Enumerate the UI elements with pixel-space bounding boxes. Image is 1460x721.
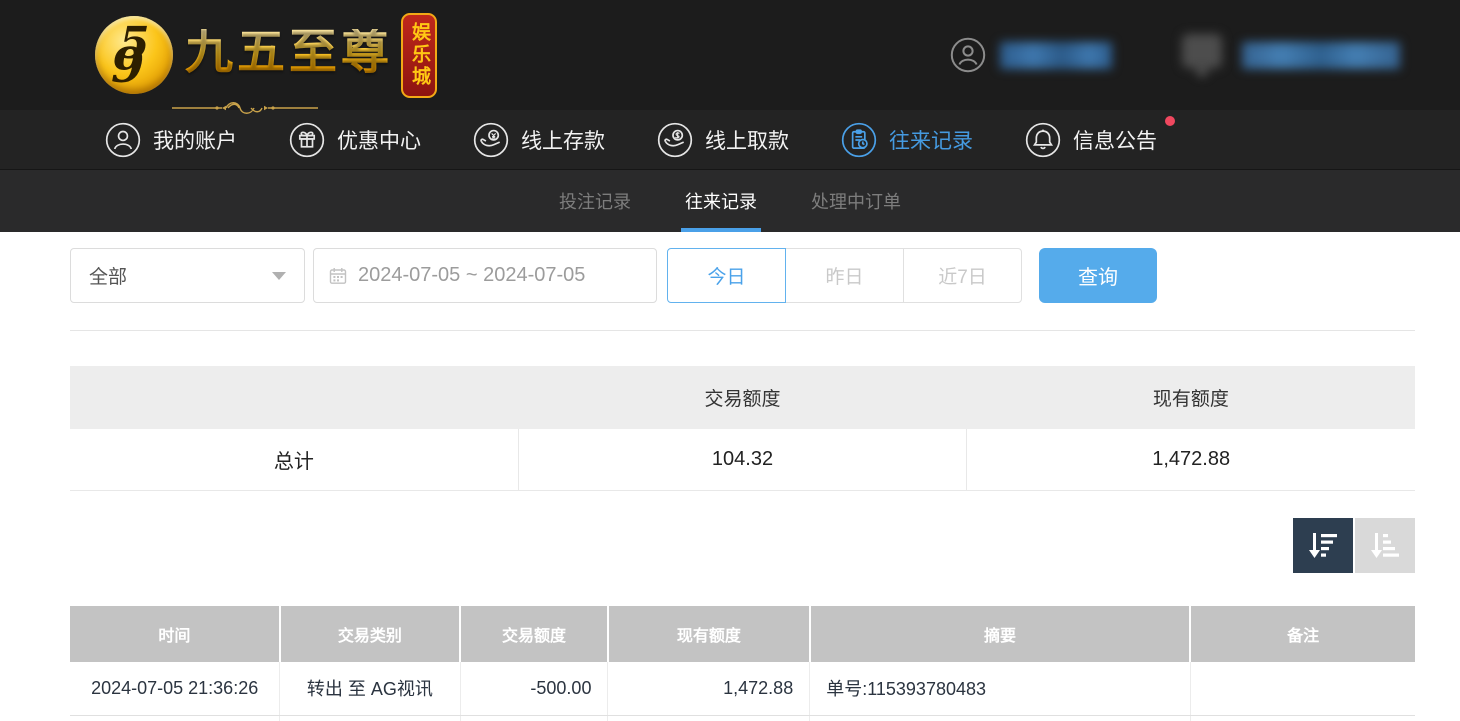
account-icon — [105, 122, 141, 158]
records-header-row: 时间 交易类别 交易额度 现有额度 摘要 备注 — [70, 606, 1415, 662]
date-range-input[interactable]: 2024-07-05 ~ 2024-07-05 — [313, 248, 657, 303]
date-range-value: 2024-07-05 ~ 2024-07-05 — [358, 264, 585, 287]
flourish-ornament-icon — [170, 100, 320, 116]
top-header: 5 9 九五至尊 娱乐城 — [0, 0, 1460, 110]
table-row-clipped — [70, 715, 1415, 721]
col-header-amount: 交易额度 — [460, 606, 608, 662]
coin-digit-9: 9 — [111, 38, 144, 94]
summary-current-balance: 1,472.88 — [966, 429, 1415, 490]
brand-logo[interactable]: 5 9 九五至尊 娱乐城 — [95, 13, 437, 98]
summary-header-row: 交易额度 现有额度 — [70, 366, 1415, 429]
content-area: 全部 2024-07-05 ~ 2024-07-05 今日 昨日 近7日 查询 — [0, 232, 1460, 721]
summary-header-blank — [70, 366, 518, 429]
brand-coin-icon: 5 9 — [95, 16, 173, 94]
nav-label: 我的账户 — [153, 125, 237, 155]
sort-descending-button[interactable] — [1293, 518, 1353, 573]
nav-label: 线上存款 — [521, 125, 605, 155]
tab-transaction-records[interactable]: 往来记录 — [681, 170, 761, 232]
nav-label: 往来记录 — [889, 125, 973, 155]
user-area — [950, 34, 1400, 77]
sort-controls — [70, 518, 1415, 573]
quick-range-last7days[interactable]: 近7日 — [903, 248, 1022, 303]
redacted-balance — [1242, 42, 1400, 69]
withdraw-icon — [657, 122, 693, 158]
nav-label: 信息公告 — [1073, 125, 1157, 155]
sub-tab-bar: 投注记录 往来记录 处理中订单 — [0, 170, 1460, 232]
search-button[interactable]: 查询 — [1039, 248, 1157, 303]
record-summary: 单号:115393780483 — [810, 662, 1191, 715]
nav-label: 优惠中心 — [337, 125, 421, 155]
quick-range-group: 今日 昨日 近7日 — [667, 248, 1022, 303]
col-header-remark: 备注 — [1190, 606, 1415, 662]
nav-item-promotions[interactable]: 优惠中心 — [289, 122, 421, 158]
redacted-account-menu[interactable] — [1182, 34, 1222, 77]
brand-badge: 娱乐城 — [401, 13, 437, 98]
col-header-balance: 现有额度 — [608, 606, 810, 662]
user-avatar-icon[interactable] — [950, 37, 986, 73]
tab-pending-orders[interactable]: 处理中订单 — [807, 170, 905, 232]
nav-item-deposit[interactable]: 线上存款 — [473, 122, 605, 158]
filter-row: 全部 2024-07-05 ~ 2024-07-05 今日 昨日 近7日 查询 — [70, 248, 1415, 303]
summary-total-label: 总计 — [70, 429, 518, 490]
deposit-icon — [473, 122, 509, 158]
summary-table: 交易额度 现有额度 总计 104.32 1,472.88 — [70, 366, 1415, 491]
summary-total-row: 总计 104.32 1,472.88 — [70, 429, 1415, 491]
nav-item-withdraw[interactable]: 线上取款 — [657, 122, 789, 158]
tab-betting-records[interactable]: 投注记录 — [555, 170, 635, 232]
record-type: 转出 至 AG视讯 — [280, 662, 460, 715]
redacted-username — [1000, 42, 1112, 69]
announcement-icon — [1025, 122, 1061, 158]
category-select[interactable]: 全部 — [70, 248, 305, 303]
summary-header-current-balance: 现有额度 — [967, 366, 1415, 429]
divider — [70, 330, 1415, 331]
record-time: 2024-07-05 21:36:26 — [70, 662, 280, 715]
table-row: 2024-07-05 21:36:26 转出 至 AG视讯 -500.00 1,… — [70, 662, 1415, 715]
sort-descending-icon — [1306, 530, 1340, 562]
summary-header-transaction-amount: 交易额度 — [518, 366, 966, 429]
col-header-type: 交易类别 — [280, 606, 460, 662]
brand-title: 九五至尊 — [185, 29, 393, 81]
sort-ascending-button[interactable] — [1355, 518, 1415, 573]
sort-ascending-icon — [1368, 530, 1402, 562]
notification-dot — [1165, 116, 1175, 126]
caret-down-icon — [272, 272, 286, 280]
nav-item-transaction-records[interactable]: 往来记录 — [841, 122, 973, 158]
col-header-time: 时间 — [70, 606, 280, 662]
chevron-down-icon — [1194, 70, 1210, 77]
calendar-icon — [328, 266, 348, 286]
nav-label: 线上取款 — [705, 125, 789, 155]
records-icon — [841, 122, 877, 158]
record-amount: -500.00 — [460, 662, 608, 715]
quick-range-yesterday[interactable]: 昨日 — [785, 248, 904, 303]
records-table: 时间 交易类别 交易额度 现有额度 摘要 备注 2024-07-05 21:36… — [70, 606, 1415, 721]
summary-transaction-amount: 104.32 — [518, 429, 967, 490]
main-nav: 我的账户 优惠中心 线上存款 — [0, 110, 1460, 170]
promo-icon — [289, 122, 325, 158]
record-balance: 1,472.88 — [608, 662, 810, 715]
quick-range-today[interactable]: 今日 — [667, 248, 786, 303]
nav-item-announcements[interactable]: 信息公告 — [1025, 122, 1175, 158]
category-select-value: 全部 — [89, 262, 127, 289]
record-remark — [1190, 662, 1415, 715]
col-header-summary: 摘要 — [810, 606, 1191, 662]
nav-item-my-account[interactable]: 我的账户 — [105, 122, 237, 158]
